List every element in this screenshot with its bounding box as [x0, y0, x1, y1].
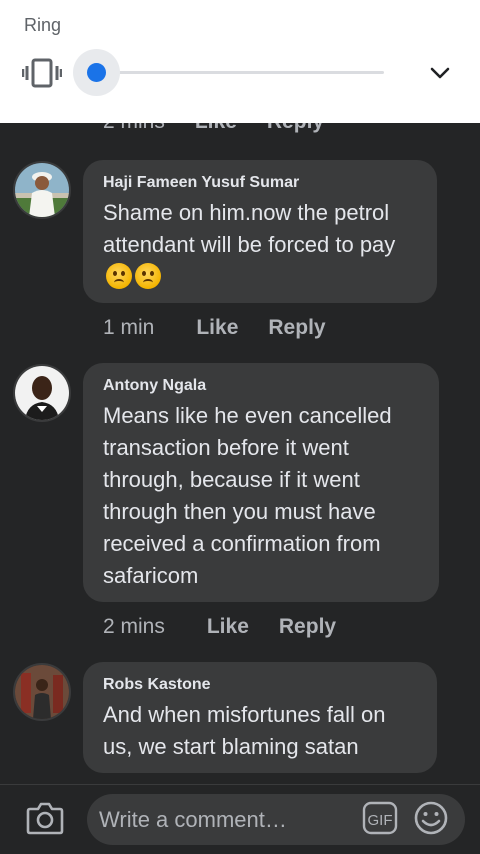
- comment-author[interactable]: Antony Ngala: [103, 377, 419, 395]
- reply-button[interactable]: Reply: [268, 316, 325, 340]
- reply-button[interactable]: Reply: [279, 615, 336, 639]
- comment-bubble[interactable]: Antony Ngala Means like he even cancelle…: [83, 363, 439, 602]
- ring-title: Ring: [24, 15, 62, 35]
- comment-text: And when misfortunes fall on us, we star…: [103, 702, 386, 759]
- comment-text: Means like he even cancelled transaction…: [103, 403, 392, 588]
- comment-input[interactable]: Write a comment…: [87, 794, 465, 845]
- comment-text-body: Shame on him.now the petrol attendant wi…: [103, 200, 396, 257]
- like-button[interactable]: Like: [207, 615, 249, 639]
- comment-composer: Write a comment…: [0, 784, 480, 854]
- comment-bubble[interactable]: Robs Kastone And when misfortunes fall o…: [83, 662, 437, 773]
- vibrate-icon[interactable]: [22, 58, 62, 88]
- ring-volume-slider[interactable]: [96, 71, 384, 74]
- disappointed-face-icon: [106, 263, 132, 289]
- comment-bubble[interactable]: Haji Fameen Yusuf Sumar Shame on him.now…: [83, 160, 437, 303]
- comment-input-placeholder: Write a comment…: [99, 806, 287, 832]
- like-button[interactable]: Like: [196, 316, 238, 340]
- smile-icon[interactable]: [413, 800, 449, 836]
- avatar[interactable]: [13, 161, 71, 219]
- svg-text:GIF: GIF: [368, 812, 393, 829]
- comment-time: 1 min: [103, 316, 155, 339]
- comment-author[interactable]: Haji Fameen Yusuf Sumar: [103, 174, 417, 192]
- avatar[interactable]: [13, 364, 71, 422]
- camera-icon[interactable]: [26, 801, 64, 835]
- gif-icon[interactable]: GIF: [362, 801, 398, 835]
- comment-actions: 1 min Like Reply: [103, 316, 326, 340]
- disappointed-face-icon: [135, 263, 161, 289]
- comment-time: 2 mins: [103, 615, 165, 638]
- comment-actions: 2 mins Like Reply: [103, 615, 336, 639]
- chevron-down-icon[interactable]: [428, 61, 452, 85]
- comment-author[interactable]: Robs Kastone: [103, 676, 417, 694]
- avatar[interactable]: [13, 663, 71, 721]
- ring-volume-panel: Ring: [0, 0, 480, 123]
- slider-thumb[interactable]: [87, 63, 106, 82]
- comment-text: Shame on him.now the petrol attendant wi…: [103, 197, 417, 293]
